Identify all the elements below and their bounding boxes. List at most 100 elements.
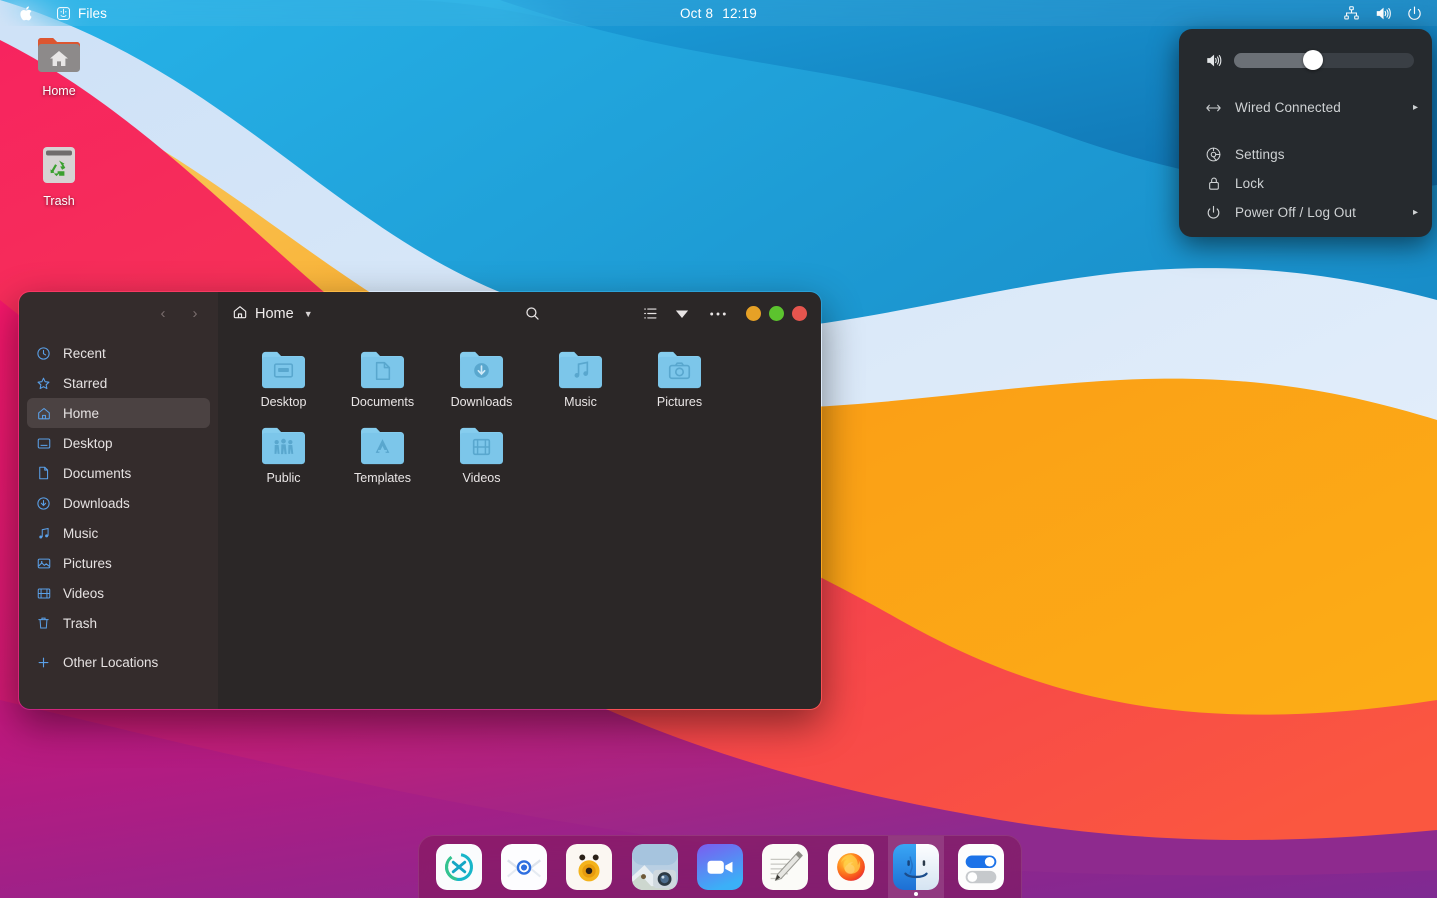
file-item[interactable]: Public — [234, 421, 333, 497]
video-camera-icon — [696, 844, 743, 890]
file-grid: Desktop Documents Downloads Music Pictur… — [218, 335, 821, 709]
file-item[interactable]: Templates — [333, 421, 432, 497]
sidebar-places-list: Recent Starred Home Desktop Documents Do… — [19, 335, 218, 677]
desktop-icon-trash[interactable]: Trash — [16, 142, 102, 208]
chevron-down-icon[interactable]: ▼ — [304, 309, 313, 319]
active-app-name: Files — [78, 5, 108, 21]
sidebar-item-label: Home — [63, 405, 100, 421]
desktop-icon-label: Trash — [43, 194, 75, 208]
sidebar-item-recent[interactable]: Recent — [27, 338, 210, 368]
sidebar-item-label: Starred — [63, 375, 108, 391]
dock-item-remote-desktop[interactable] — [431, 836, 486, 898]
finder-icon — [56, 6, 71, 21]
menu-item-label: Lock — [1235, 176, 1264, 191]
power-icon — [1205, 204, 1222, 221]
chevron-right-icon: ▸ — [1412, 102, 1418, 113]
file-label: Documents — [350, 395, 415, 409]
view-options-button[interactable] — [668, 300, 696, 328]
breadcrumb[interactable]: Home ▼ — [232, 304, 313, 324]
dock-item-photos[interactable] — [627, 836, 682, 898]
folder-icon — [559, 351, 602, 389]
forward-button[interactable]: › — [182, 301, 208, 327]
music-note-icon — [35, 526, 52, 541]
dock-item-notes[interactable] — [758, 836, 813, 898]
sidebar-item-home[interactable]: Home — [27, 398, 210, 428]
sidebar-item-label: Other Locations — [63, 654, 159, 670]
running-indicator-dot — [913, 891, 918, 896]
sidebar-item-label: Downloads — [63, 495, 130, 511]
remote-desktop-icon — [435, 844, 482, 890]
photos-camera-icon — [631, 844, 678, 890]
active-app-indicator[interactable]: Files — [47, 2, 116, 24]
apple-menu-button[interactable] — [10, 2, 43, 24]
network-icon[interactable] — [1343, 5, 1360, 22]
gear-icon — [1205, 146, 1222, 163]
dock — [418, 835, 1022, 898]
files-window: ‹ › Recent Starred Home Desktop Document… — [18, 291, 822, 710]
folder-icon — [658, 351, 701, 389]
volume-icon[interactable] — [1374, 5, 1392, 22]
file-item[interactable]: Documents — [333, 345, 432, 421]
desktop-icon — [35, 436, 52, 451]
chevron-right-icon: ▸ — [1412, 207, 1418, 218]
sidebar-item-music[interactable]: Music — [27, 518, 210, 548]
menu-item-lock[interactable]: Lock — [1179, 169, 1432, 198]
file-label: Videos — [462, 471, 501, 485]
volume-icon[interactable] — [1205, 52, 1222, 69]
file-label: Desktop — [260, 395, 307, 409]
menu-item-label: Settings — [1235, 147, 1285, 162]
toggles-icon — [958, 844, 1005, 890]
file-item[interactable]: Music — [531, 345, 630, 421]
menu-divider — [1179, 122, 1432, 140]
power-icon[interactable] — [1406, 5, 1423, 22]
firefox-icon — [827, 844, 874, 890]
volume-slider-handle[interactable] — [1303, 50, 1324, 70]
close-button[interactable] — [792, 306, 807, 321]
sidebar-item-downloads[interactable]: Downloads — [27, 488, 210, 518]
menu-divider — [1179, 75, 1432, 93]
dock-item-firefox[interactable] — [823, 836, 878, 898]
sidebar-item-desktop[interactable]: Desktop — [27, 428, 210, 458]
minimize-button[interactable] — [746, 306, 761, 321]
desktop-icon-home[interactable]: Home — [16, 32, 102, 98]
folder-icon — [361, 351, 404, 389]
sidebar-item-label: Recent — [63, 345, 106, 361]
list-view-button[interactable] — [636, 300, 664, 328]
sidebar-item-label: Desktop — [63, 435, 113, 451]
file-item[interactable]: Desktop — [234, 345, 333, 421]
dock-item-files[interactable] — [888, 835, 944, 898]
mail-icon — [501, 844, 547, 890]
back-button[interactable]: ‹ — [150, 301, 176, 327]
menu-button[interactable] — [704, 300, 732, 328]
sidebar-item-other-locations[interactable]: Other Locations — [27, 647, 210, 677]
files-sidebar: ‹ › Recent Starred Home Desktop Document… — [19, 292, 218, 709]
dock-item-video-call[interactable] — [692, 836, 747, 898]
documents-icon — [35, 465, 52, 481]
sidebar-item-trash[interactable]: Trash — [27, 608, 210, 638]
system-status-menu: Wired Connected ▸ Settings Lock Power Of… — [1179, 29, 1432, 237]
menu-item-settings[interactable]: Settings — [1179, 140, 1432, 169]
dock-item-sound-recorder[interactable] — [562, 836, 617, 898]
sidebar-item-documents[interactable]: Documents — [27, 458, 210, 488]
file-item[interactable]: Pictures — [630, 345, 729, 421]
search-button[interactable] — [518, 300, 546, 328]
file-item[interactable]: Downloads — [432, 345, 531, 421]
folder-icon — [262, 351, 305, 389]
dock-item-mail[interactable] — [496, 836, 551, 898]
volume-slider[interactable] — [1234, 50, 1414, 70]
menu-item-label: Wired Connected — [1235, 100, 1341, 115]
file-label: Pictures — [656, 395, 703, 409]
sidebar-item-starred[interactable]: Starred — [27, 368, 210, 398]
file-label: Music — [564, 395, 597, 409]
maximize-button[interactable] — [769, 306, 784, 321]
menu-item-power-off-log-out[interactable]: Power Off / Log Out ▸ — [1179, 198, 1432, 227]
file-item[interactable]: Videos — [432, 421, 531, 497]
home-folder-icon — [35, 32, 83, 81]
picture-icon — [35, 556, 52, 571]
sidebar-item-videos[interactable]: Videos — [27, 578, 210, 608]
file-label: Templates — [354, 471, 411, 485]
top-menu-bar: Files Oct 8 12:19 — [0, 0, 1437, 26]
dock-item-settings[interactable] — [954, 836, 1009, 898]
sidebar-item-pictures[interactable]: Pictures — [27, 548, 210, 578]
menu-item-wired-connected[interactable]: Wired Connected ▸ — [1179, 93, 1432, 122]
